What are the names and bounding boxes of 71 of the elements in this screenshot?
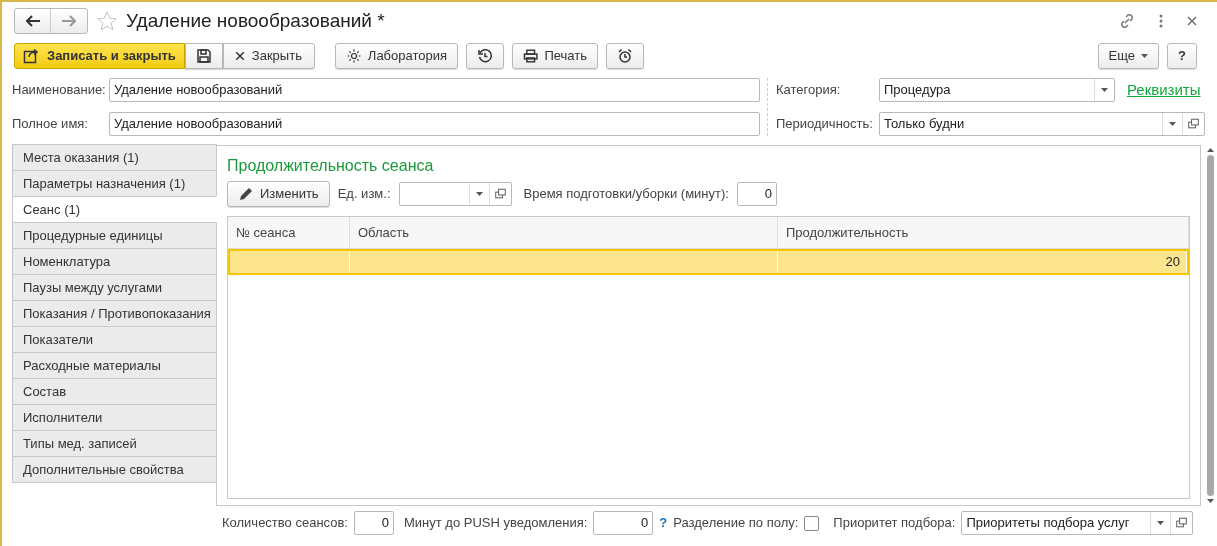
dropdown-icon — [1101, 88, 1108, 92]
help-button[interactable]: ? — [1167, 43, 1197, 69]
column-header[interactable]: № сеанса — [228, 217, 350, 248]
side-tab[interactable]: Дополнительные свойства — [12, 456, 217, 483]
reminder-button[interactable] — [606, 43, 645, 69]
gender-split-label: Разделение по полу: — [673, 514, 799, 533]
dropdown-icon — [1157, 521, 1165, 525]
priority-combo[interactable]: Приоритеты подбора услуг — [961, 511, 1194, 535]
field-label: Периодичность: — [776, 115, 874, 134]
periodicity-combo[interactable]: Только будни — [879, 112, 1205, 136]
scroll-down-icon — [1206, 499, 1214, 503]
close-icon[interactable] — [1187, 16, 1197, 26]
print-button[interactable]: Печать — [512, 43, 599, 69]
help-link[interactable]: ? — [659, 513, 668, 533]
side-tab[interactable]: Сеанс (1) — [12, 196, 217, 223]
side-tab[interactable]: Расходные материалы — [12, 352, 217, 379]
save-and-close-button[interactable]: Записать и закрыть — [14, 43, 185, 69]
window-title: Удаление новообразований * — [126, 8, 385, 33]
history-icon — [477, 48, 494, 64]
section-heading: Продолжительность сеанса — [227, 156, 435, 176]
side-tab[interactable]: Паузы между услугами — [12, 274, 217, 301]
priority-label: Приоритет подбора: — [833, 514, 956, 533]
star-icon[interactable] — [96, 10, 118, 32]
pencil-icon — [238, 186, 254, 202]
unit-combo[interactable] — [398, 182, 512, 206]
column-header[interactable]: Область — [350, 217, 778, 248]
alarm-clock-icon — [617, 48, 634, 64]
dropdown-icon — [1169, 122, 1176, 126]
scrollbar-thumb[interactable] — [1206, 155, 1214, 496]
scroll-up-icon — [1206, 148, 1214, 152]
field-label: Наименование: — [12, 81, 107, 100]
field-label: Категория: — [776, 81, 842, 100]
push-minutes-label: Минут до PUSH уведомления: — [403, 514, 588, 533]
table-cell: 20 — [778, 251, 1187, 273]
side-tab[interactable]: Состав — [12, 378, 217, 405]
laboratory-button[interactable]: Лаборатория — [334, 43, 459, 69]
side-tab[interactable]: Места оказания (1) — [12, 144, 217, 171]
table-row[interactable]: 20 — [228, 249, 1189, 275]
gender-split-checkbox[interactable] — [804, 515, 820, 531]
side-tab[interactable]: Номенклатура — [12, 248, 217, 275]
export-icon — [23, 48, 39, 64]
push-minutes-field[interactable]: 0 — [593, 511, 654, 535]
session-count-field[interactable]: 0 — [353, 511, 394, 535]
link-icon[interactable] — [1119, 13, 1135, 29]
column-header[interactable]: Продолжительность — [778, 217, 1189, 248]
category-combo[interactable]: Процедура — [879, 78, 1115, 102]
prep-time-field[interactable]: 0 — [736, 182, 777, 206]
save-button[interactable] — [184, 43, 223, 69]
side-tab[interactable]: Показатели — [12, 326, 217, 353]
text-field[interactable]: Удаление новообразований — [109, 78, 760, 102]
side-tab[interactable]: Показания / Противопоказания — [12, 300, 217, 327]
dropdown-icon — [475, 192, 483, 196]
side-tab[interactable]: Параметры назначения (1) — [12, 170, 217, 197]
edit-button[interactable]: Изменить — [227, 181, 330, 207]
more-vertical-icon[interactable] — [1159, 14, 1163, 28]
side-tab[interactable]: Типы мед. записей — [12, 430, 217, 457]
caret-icon — [1141, 54, 1149, 58]
forward-arrow-icon — [62, 15, 76, 27]
history-button[interactable] — [466, 43, 505, 69]
close-button[interactable]: Закрыть — [222, 43, 315, 69]
text-field[interactable]: Удаление новообразований — [109, 112, 760, 136]
more-button[interactable]: Еще — [1097, 43, 1160, 69]
back-arrow-icon — [25, 15, 40, 27]
field-label: Полное имя: — [12, 115, 89, 134]
close-icon — [233, 50, 246, 62]
printer-icon — [523, 48, 539, 64]
prep-time-label: Время подготовки/уборки (минут): — [523, 185, 729, 204]
unit-label: Ед. изм.: — [337, 185, 391, 204]
session-count-label: Количество сеансов: — [222, 514, 348, 533]
side-tab[interactable]: Исполнители — [12, 404, 217, 431]
floppy-icon — [195, 48, 212, 64]
